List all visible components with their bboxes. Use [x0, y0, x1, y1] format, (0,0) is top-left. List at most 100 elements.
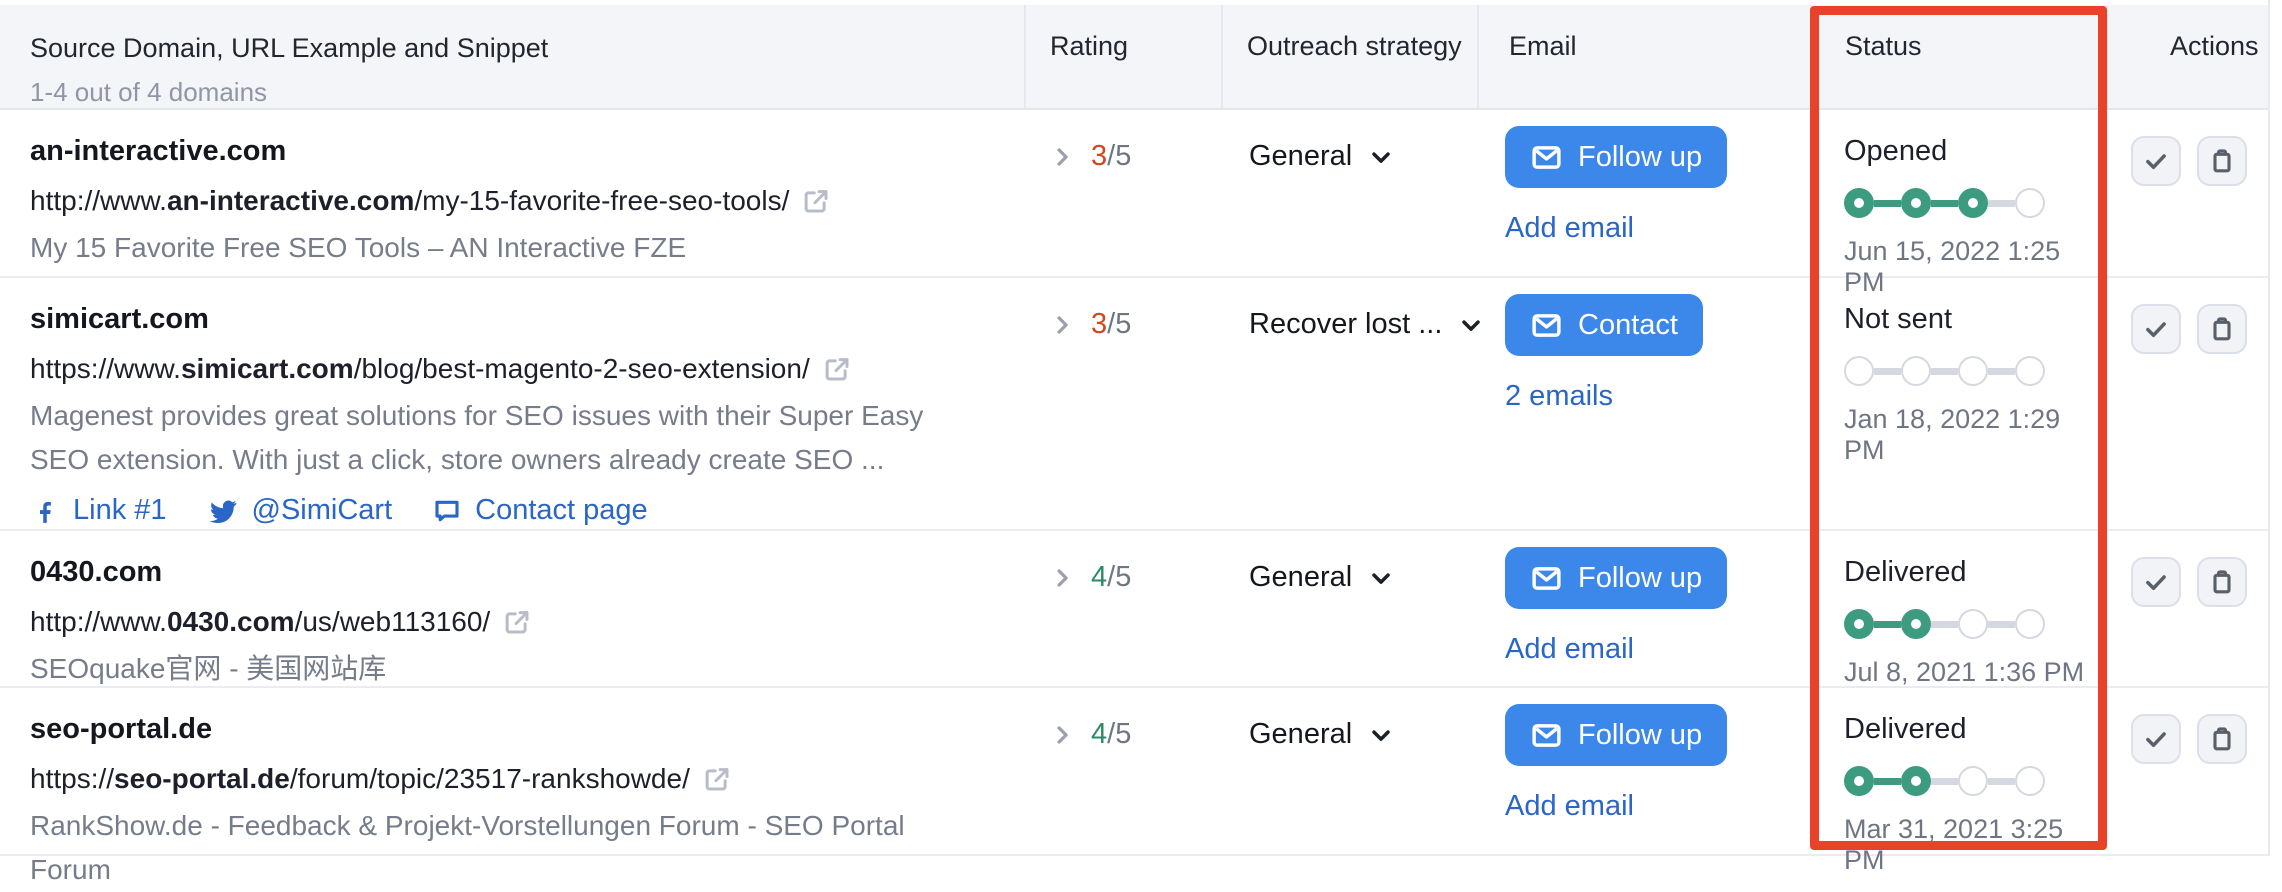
table-row: simicart.com https://www.simicart.com/bl…: [0, 278, 2268, 531]
strategy-label: General: [1249, 718, 1353, 750]
emails-count-link[interactable]: 2 emails: [1505, 380, 1613, 413]
outreach-strategy-dropdown[interactable]: General: [1249, 140, 1395, 173]
backlink-link[interactable]: Link #1: [30, 494, 167, 527]
url-domain-bold: simicart.com: [180, 353, 354, 384]
twitter-link[interactable]: @SimiCart: [207, 494, 392, 527]
check-icon: [2146, 322, 2166, 337]
url-prefix: https://www.: [30, 353, 181, 384]
mark-done-button[interactable]: [2131, 304, 2181, 354]
url-path: /my-15-favorite-free-seo-tools/: [414, 185, 790, 216]
delete-button[interactable]: [2197, 304, 2247, 354]
status-dot: [1844, 356, 1874, 386]
check-icon: [2146, 732, 2166, 747]
url-example: http://www.an-interactive.com/my-15-favo…: [30, 176, 984, 226]
column-header-actions: Actions: [2106, 5, 2270, 108]
status-dot: [1901, 356, 1931, 386]
contact-page-icon: [435, 500, 459, 521]
envelope-icon: [1532, 566, 1561, 590]
add-email-link[interactable]: Add email: [1505, 633, 1634, 666]
external-link-icon[interactable]: [822, 354, 852, 384]
chevron-down-icon: [1372, 729, 1390, 741]
status-progress: [1844, 356, 2106, 386]
check-icon: [2146, 154, 2166, 169]
status-date: Jul 8, 2021 1:36 PM: [1844, 657, 2085, 687]
mark-done-button[interactable]: [2131, 136, 2181, 186]
envelope-icon: [1532, 313, 1561, 337]
url-example: http://www.0430.com/us/web113160/: [30, 597, 984, 647]
status-dot: [2015, 188, 2045, 218]
url-path: /blog/best-magento-2-seo-extension/: [353, 353, 810, 384]
rating-value: 3/5: [1091, 308, 1132, 340]
status-progress: [1844, 766, 2106, 796]
status-dot: [1901, 609, 1931, 639]
source-column-title: Source Domain, URL Example and Snippet: [30, 33, 549, 63]
url-prefix: http://www.: [30, 185, 167, 216]
link-building-table: Source Domain, URL Example and Snippet 1…: [0, 0, 2270, 885]
rating-value: 4/5: [1091, 561, 1132, 593]
url-domain-bold: seo-portal.de: [114, 763, 290, 794]
expand-rating-icon[interactable]: [1048, 143, 1076, 171]
rating-value: 4/5: [1091, 718, 1132, 750]
contact-page-link[interactable]: Contact page: [432, 494, 648, 527]
table-row: an-interactive.com http://www.an-interac…: [0, 110, 2268, 297]
status-dot: [1958, 188, 1988, 218]
status-dot: [1901, 766, 1931, 796]
url-example: https://www.simicart.com/blog/best-magen…: [30, 344, 984, 394]
outreach-strategy-dropdown[interactable]: Recover lost ...: [1249, 308, 1485, 341]
expand-rating-icon[interactable]: [1048, 311, 1076, 339]
outreach-strategy-dropdown[interactable]: General: [1249, 561, 1395, 594]
status-label: Opened: [1844, 135, 1948, 167]
follow-up-button[interactable]: Follow up: [1505, 704, 1728, 766]
twitter-icon: [209, 500, 236, 523]
status-connector: [1931, 620, 1958, 628]
mark-done-button[interactable]: [2131, 557, 2181, 607]
follow-up-button[interactable]: Follow up: [1505, 547, 1728, 609]
status-label: Delivered: [1844, 713, 1967, 745]
status-dot: [2015, 609, 2045, 639]
column-header-rating: Rating: [1024, 5, 1221, 108]
trash-icon: [2213, 149, 2231, 173]
add-email-link[interactable]: Add email: [1505, 212, 1634, 245]
external-link-icon[interactable]: [702, 764, 732, 794]
external-link-icon[interactable]: [801, 186, 831, 216]
follow-up-button[interactable]: Follow up: [1505, 126, 1728, 188]
trash-icon: [2213, 727, 2231, 751]
url-domain-bold: an-interactive.com: [166, 185, 415, 216]
url-path: /forum/topic/23517-rankshowde/: [289, 763, 690, 794]
delete-button[interactable]: [2197, 557, 2247, 607]
table-row: seo-portal.de https://seo-portal.de/foru…: [0, 688, 2268, 885]
status-connector: [1931, 777, 1958, 785]
status-dot: [1844, 766, 1874, 796]
status-connector: [1874, 367, 1901, 375]
domain-name: seo-portal.de: [30, 713, 213, 745]
status-progress: [1844, 188, 2106, 218]
contact-button[interactable]: Contact: [1505, 294, 1703, 356]
delete-button[interactable]: [2197, 714, 2247, 764]
delete-button[interactable]: [2197, 136, 2247, 186]
domain-name: simicart.com: [30, 303, 209, 335]
url-example: https://seo-portal.de/forum/topic/23517-…: [30, 754, 984, 804]
external-link-icon[interactable]: [502, 607, 532, 637]
page-snippet: Magenest provides great solutions for SE…: [30, 400, 924, 475]
facebook-icon: [40, 501, 51, 523]
status-connector: [1874, 620, 1901, 628]
expand-rating-icon[interactable]: [1048, 721, 1076, 749]
status-progress: [1844, 609, 2106, 639]
check-icon: [2146, 575, 2166, 590]
envelope-icon: [1532, 145, 1561, 169]
status-dot: [1844, 188, 1874, 218]
status-connector: [1931, 367, 1958, 375]
add-email-link[interactable]: Add email: [1505, 790, 1634, 823]
outreach-strategy-dropdown[interactable]: General: [1249, 718, 1395, 751]
status-connector: [1988, 620, 2015, 628]
status-dot: [1958, 356, 1988, 386]
strategy-label: General: [1249, 140, 1353, 172]
expand-rating-icon[interactable]: [1048, 564, 1076, 592]
table-row: 0430.com http://www.0430.com/us/web11316…: [0, 531, 2268, 688]
trash-icon: [2213, 317, 2231, 341]
page-snippet: My 15 Favorite Free SEO Tools – AN Inter…: [30, 232, 687, 263]
status-date: Mar 31, 2021 3:25 PM: [1844, 814, 2064, 875]
status-dot: [1901, 188, 1931, 218]
mark-done-button[interactable]: [2131, 714, 2181, 764]
domain-name: 0430.com: [30, 556, 163, 588]
